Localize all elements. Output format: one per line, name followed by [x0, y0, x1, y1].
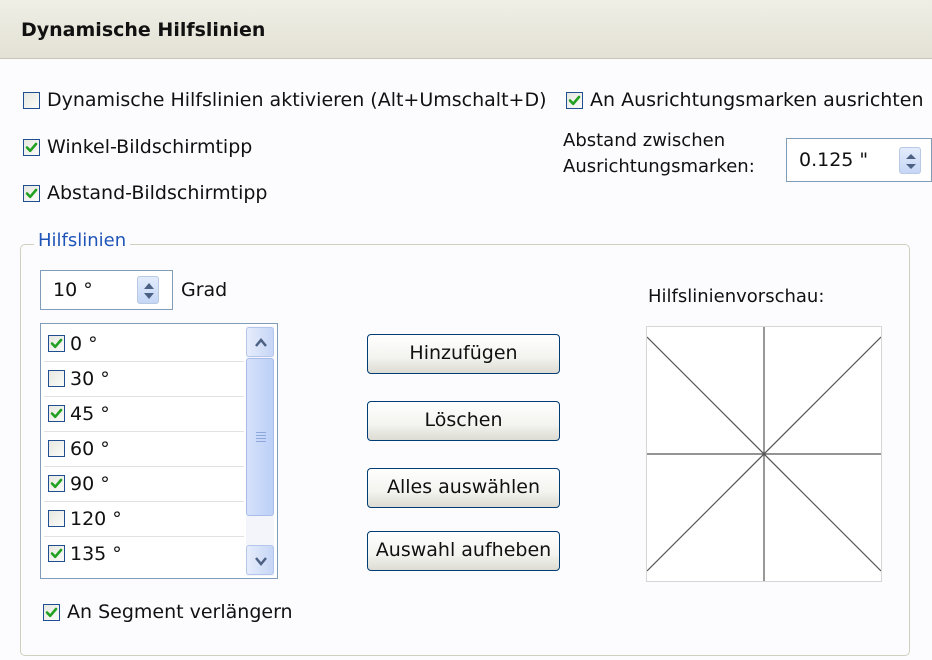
tick-spacing-label-line2: Ausrichtungsmarken: — [563, 156, 755, 177]
select-all-button[interactable]: Alles auswählen — [367, 468, 560, 508]
chevron-down-icon[interactable] — [246, 545, 274, 575]
enable-dynamic-guides-checkbox[interactable] — [23, 92, 40, 109]
guides-group-legend: Hilfslinien — [34, 230, 131, 251]
list-item-checkbox[interactable] — [48, 545, 65, 562]
chevron-up-icon[interactable] — [246, 327, 274, 357]
list-item-label: 30 ° — [70, 368, 110, 390]
spin-arrows-icon[interactable] — [137, 276, 159, 304]
distance-tooltip-label: Abstand-Bildschirmtipp — [47, 182, 268, 204]
angle-tooltip-checkbox[interactable] — [23, 139, 40, 156]
list-item-label: 60 ° — [70, 438, 110, 460]
list-item-checkbox[interactable] — [48, 440, 65, 457]
list-item-checkbox[interactable] — [48, 335, 65, 352]
spin-arrows-icon[interactable] — [899, 147, 921, 174]
list-item[interactable]: 90 ° — [44, 467, 244, 502]
angle-unit-label: Grad — [181, 279, 228, 301]
snap-to-ticks-label: An Ausrichtungsmarken ausrichten — [590, 89, 924, 111]
delete-button[interactable]: Löschen — [367, 401, 560, 441]
preview-label: Hilfslinienvorschau: — [648, 286, 825, 307]
tick-spacing-label-line1: Abstand zwischen — [563, 130, 726, 151]
angle-input[interactable]: 10 ° — [40, 270, 173, 310]
tick-spacing-value: 0.125 " — [799, 149, 869, 171]
distance-tooltip-checkbox[interactable] — [23, 185, 40, 202]
angle-list[interactable]: 0 ° 30 ° 45 ° 60 ° 90 ° 120 ° 135 ° — [40, 323, 278, 579]
list-item-label: 45 ° — [70, 403, 110, 425]
enable-dynamic-guides-label: Dynamische Hilfslinien aktivieren (Alt+U… — [47, 89, 547, 111]
section-title: Dynamische Hilfslinien — [21, 19, 266, 41]
list-item[interactable]: 45 ° — [44, 397, 244, 432]
list-item-checkbox[interactable] — [48, 405, 65, 422]
extend-to-segment-checkbox[interactable] — [43, 604, 60, 621]
tick-spacing-input[interactable]: 0.125 " — [786, 138, 932, 182]
guide-preview — [646, 326, 882, 582]
list-item-checkbox[interactable] — [48, 475, 65, 492]
list-item-label: 120 ° — [70, 508, 122, 530]
deselect-button[interactable]: Auswahl aufheben — [367, 531, 560, 571]
list-item-checkbox[interactable] — [48, 510, 65, 527]
angle-tooltip-label: Winkel-Bildschirmtipp — [47, 136, 253, 158]
add-button[interactable]: Hinzufügen — [367, 334, 560, 374]
snap-to-ticks-checkbox[interactable] — [566, 92, 583, 109]
list-item[interactable]: 30 ° — [44, 362, 244, 397]
list-item[interactable]: 135 ° — [44, 537, 244, 572]
list-item[interactable]: 0 ° — [44, 327, 244, 362]
angle-value: 10 ° — [53, 279, 93, 301]
list-item-label: 90 ° — [70, 473, 110, 495]
list-item[interactable]: 120 ° — [44, 502, 244, 537]
extend-to-segment-label: An Segment verlängern — [67, 601, 293, 623]
scrollbar-thumb[interactable] — [246, 358, 274, 516]
list-item-label: 135 ° — [70, 543, 122, 565]
guide-preview-lines — [646, 327, 882, 581]
list-item-checkbox[interactable] — [48, 370, 65, 387]
list-item-label: 0 ° — [70, 333, 98, 355]
list-item[interactable]: 60 ° — [44, 432, 244, 467]
